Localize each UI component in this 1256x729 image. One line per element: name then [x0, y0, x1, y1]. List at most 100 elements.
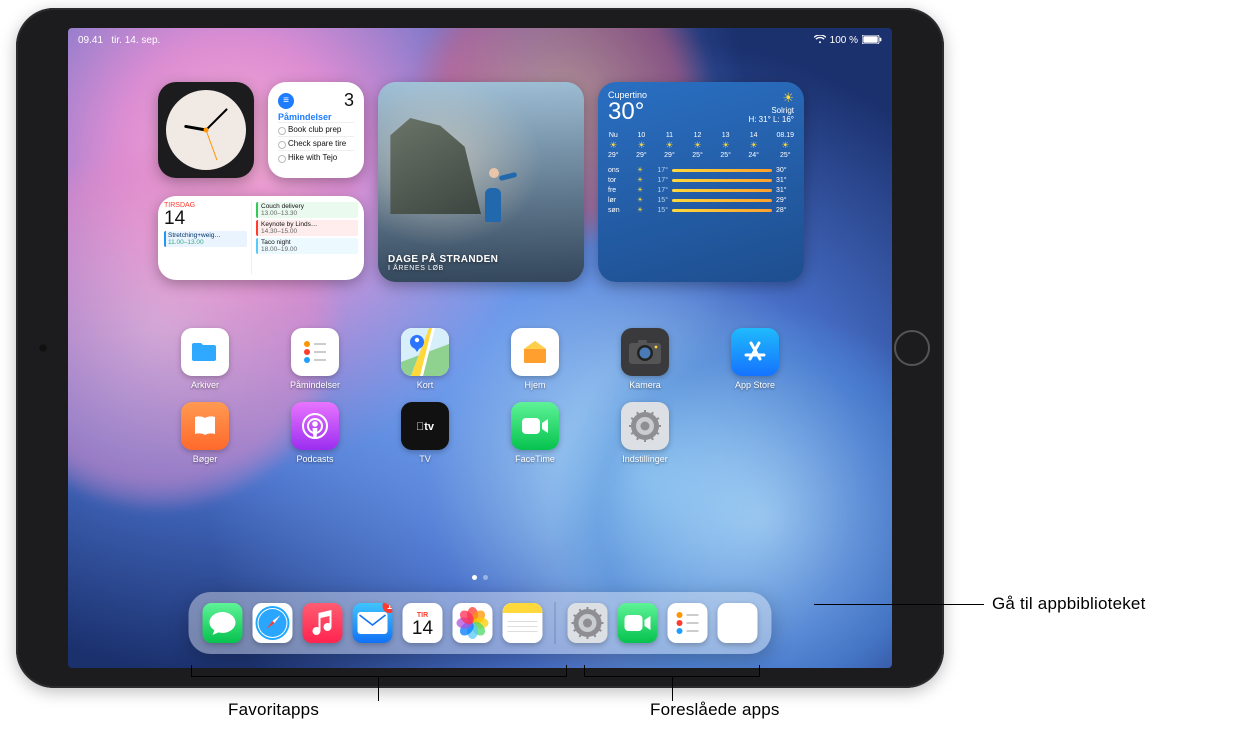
callout-line [672, 677, 673, 701]
calendar-icon: TIR14 [403, 603, 443, 643]
weather-day: tor☀17°31° [608, 175, 794, 185]
reminder-item: Check spare tire [278, 136, 354, 150]
facetime-icon [618, 603, 658, 643]
app-kort[interactable]: Kort [380, 328, 470, 390]
dock-app-beskeder[interactable] [203, 603, 243, 643]
status-date: tir. 14. sep. [111, 35, 160, 46]
callout-line [378, 677, 379, 701]
callout-bracket-favorites [191, 665, 567, 677]
app-podcasts[interactable]: Podcasts [270, 402, 360, 464]
calendar-widget[interactable]: Tirsdag 14 Stretching+weig… 11.00–13.00 … [158, 196, 364, 280]
dock-app-påmindelser[interactable] [668, 603, 708, 643]
appstore-icon [731, 328, 779, 376]
status-time: 09.41 [78, 35, 103, 46]
app-label: FaceTime [515, 454, 555, 464]
status-battery-pct: 100 % [830, 35, 858, 46]
app-arkiver[interactable]: Arkiver [160, 328, 250, 390]
dock: 1TIR14 [189, 592, 772, 654]
weather-day: lør☀15°29° [608, 195, 794, 205]
app-label: Arkiver [191, 380, 219, 390]
books-icon [181, 402, 229, 450]
app-facetime[interactable]: FaceTime [490, 402, 580, 464]
dock-app-mail[interactable]: 1 [353, 603, 393, 643]
photos-widget[interactable]: DAGE PÅ STRANDEN I ÅRENES LØB [378, 82, 584, 282]
camera-icon [621, 328, 669, 376]
widgets-row: ≡ 3 Påmindelser Book club prepCheck spar… [158, 82, 872, 282]
callout-line [814, 604, 984, 605]
calendar-event: Stretching+weig… 11.00–13.00 [164, 231, 247, 247]
reminders-app-icon [291, 328, 339, 376]
app-indstillinger[interactable]: Indstillinger [600, 402, 690, 464]
photo-person [477, 162, 511, 222]
app-bøger[interactable]: Bøger [160, 402, 250, 464]
sun-icon: ☀ [748, 90, 794, 106]
app-label: Indstillinger [622, 454, 668, 464]
dock-app-fotos[interactable] [453, 603, 493, 643]
app-label: Podcasts [296, 454, 333, 464]
app-kamera[interactable]: Kamera [600, 328, 690, 390]
messages-icon [203, 603, 243, 643]
weather-day: søn☀15°28° [608, 205, 794, 215]
app-label: Bøger [193, 454, 218, 464]
clock-face-icon [166, 90, 246, 170]
wifi-icon [814, 35, 826, 46]
reminders-title: Påmindelser [278, 112, 354, 122]
weather-day: fre☀17°31° [608, 185, 794, 195]
weather-hilo: H: 31° L: 16° [748, 115, 794, 124]
app-app store[interactable]: App Store [710, 328, 800, 390]
dock-app-facetime[interactable] [618, 603, 658, 643]
music-icon [303, 603, 343, 643]
weather-hour: 11☀29° [664, 132, 675, 159]
weather-widget[interactable]: Cupertino 30° ☀ Solrigt H: 31° L: 16° Nu… [598, 82, 804, 282]
page-dots[interactable] [472, 575, 488, 580]
dock-app-safari[interactable] [253, 603, 293, 643]
photos-subtitle: I ÅRENES LØB [388, 265, 498, 272]
reminder-item: Hike with Tejo [278, 150, 354, 164]
callout-suggested: Foreslåede apps [650, 700, 780, 720]
app-påmindelser[interactable]: Påmindelser [270, 328, 360, 390]
calendar-event: Couch delivery13.00–13.30 [256, 202, 358, 218]
dock-app-library[interactable] [718, 603, 758, 643]
dock-app-indstillinger[interactable] [568, 603, 608, 643]
app-library-icon [718, 603, 758, 643]
screen: 09.41 tir. 14. sep. 100 % [68, 28, 892, 668]
safari-icon [253, 603, 293, 643]
folder-icon [181, 328, 229, 376]
app-empty [710, 402, 800, 464]
page-dot [483, 575, 488, 580]
home-button[interactable] [894, 330, 930, 366]
calendar-event: Taco night18.00–19.00 [256, 238, 358, 254]
callout-bracket-suggested [584, 665, 760, 677]
svg-text:tv: tv [416, 421, 435, 433]
tv-icon: tv [401, 402, 449, 450]
app-label: App Store [735, 380, 775, 390]
weather-hour: 14☀24° [748, 132, 759, 159]
page-dot-active [472, 575, 477, 580]
reminders-count: 3 [344, 90, 354, 111]
status-bar: 09.41 tir. 14. sep. 100 % [68, 32, 892, 48]
facetime-icon [511, 402, 559, 450]
dock-app-noter[interactable] [503, 603, 543, 643]
app-hjem[interactable]: Hjem [490, 328, 580, 390]
maps-icon [401, 328, 449, 376]
calendar-daynum: 14 [164, 209, 247, 228]
weather-temp: 30° [608, 100, 647, 124]
notes-icon [503, 603, 543, 643]
battery-icon [862, 35, 882, 46]
reminder-item: Book club prep [278, 122, 354, 136]
app-tv[interactable]: tvTV [380, 402, 470, 464]
callout-favorites: Favoritapps [228, 700, 319, 720]
app-label: Kamera [629, 380, 661, 390]
weather-hour: 10☀29° [636, 132, 647, 159]
dock-app-musik[interactable] [303, 603, 343, 643]
reminders-widget[interactable]: ≡ 3 Påmindelser Book club prepCheck spar… [268, 82, 364, 178]
clock-widget[interactable] [158, 82, 254, 178]
app-label: Kort [417, 380, 434, 390]
home-icon [511, 328, 559, 376]
front-camera-icon [38, 343, 48, 353]
dock-app-kalender[interactable]: TIR14 [403, 603, 443, 643]
mail-icon: 1 [353, 603, 393, 643]
apps-grid: Arkiver Påmindelser Kort Hjem Kamera App Stor… [68, 328, 892, 464]
callout-library: Gå til appbiblioteket [992, 594, 1146, 614]
weather-day: ons☀17°30° [608, 165, 794, 175]
